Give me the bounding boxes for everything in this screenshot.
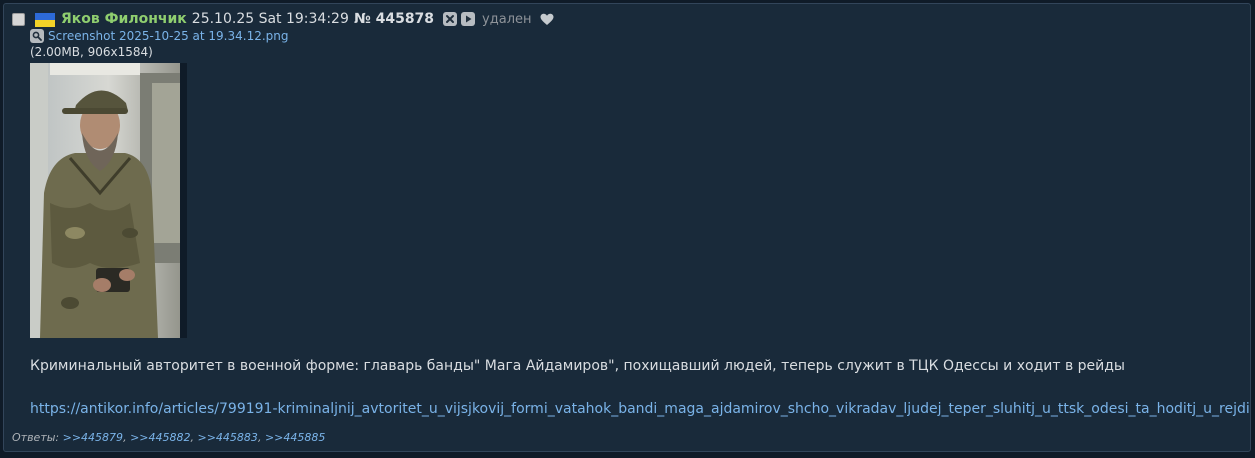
- heart-icon: [540, 13, 554, 25]
- post-number[interactable]: № 445878: [354, 11, 434, 27]
- reply-link[interactable]: >>445885: [265, 431, 325, 444]
- close-icon: [446, 15, 455, 23]
- author-name[interactable]: Яков Филончик: [61, 11, 187, 27]
- reply-separator: ,: [190, 431, 198, 444]
- magnifier-icon: [32, 31, 42, 41]
- post-message: Криминальный авторитет в военной форме: …: [30, 358, 1125, 374]
- post-header: Яков Филончик 25.10.25 Sat 19:34:29 № 44…: [12, 9, 554, 29]
- select-checkbox[interactable]: [12, 12, 25, 26]
- post-container: Яков Филончик 25.10.25 Sat 19:34:29 № 44…: [3, 3, 1251, 452]
- thumbnail-photo: [30, 63, 187, 338]
- flag-bottom-stripe: [35, 19, 55, 27]
- deleted-label: удален: [482, 11, 532, 27]
- reply-link[interactable]: >>445883: [198, 431, 258, 444]
- post-datetime: 25.10.25 Sat 19:34:29: [191, 11, 349, 27]
- reply-separator: ,: [123, 431, 131, 444]
- file-info: Screenshot 2025-10-25 at 19.34.12.png (2…: [30, 28, 289, 60]
- hide-post-button[interactable]: [443, 12, 458, 26]
- replies-section: Ответы: >>445879, >>445882, >>445883, >>…: [12, 431, 325, 444]
- replies-label: Ответы:: [12, 431, 60, 444]
- reply-link[interactable]: >>445879: [63, 431, 123, 444]
- file-name-link[interactable]: Screenshot 2025-10-25 at 19.34.12.png: [48, 29, 289, 43]
- ukraine-flag-icon: [35, 12, 55, 27]
- favorite-button[interactable]: [540, 13, 554, 26]
- file-meta: (2.00MB, 906x1584): [30, 45, 153, 59]
- image-search-button[interactable]: [30, 29, 44, 43]
- play-button[interactable]: [461, 12, 476, 26]
- file-line: Screenshot 2025-10-25 at 19.34.12.png: [30, 28, 289, 44]
- flag-top-stripe: [35, 12, 55, 20]
- article-link[interactable]: https://antikor.info/articles/799191-kri…: [30, 401, 1250, 417]
- reply-separator: ,: [257, 431, 265, 444]
- play-icon: [466, 15, 472, 23]
- reply-link[interactable]: >>445882: [130, 431, 190, 444]
- image-thumbnail[interactable]: [30, 63, 187, 338]
